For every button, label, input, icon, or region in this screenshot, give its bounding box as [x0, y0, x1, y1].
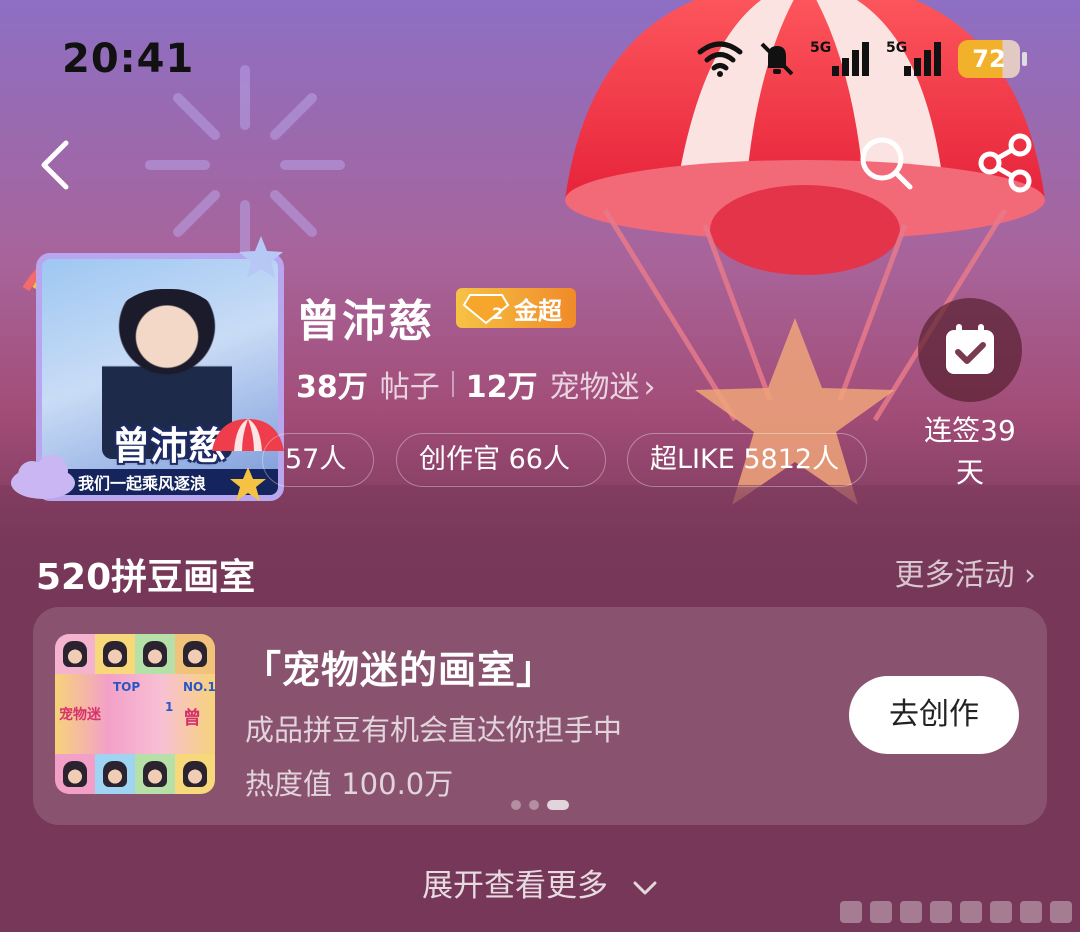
signin-button[interactable] [918, 298, 1022, 402]
calendar-check-icon [946, 324, 994, 374]
avatar[interactable]: 曾沛慈 我们一起乘风逐浪 [8, 225, 293, 510]
posts-count: 38万 [296, 370, 368, 405]
signal-icon: 5G [810, 40, 872, 78]
thumbnail-banner: TOP 1 NO.1 宠物迷 曾 [55, 674, 215, 754]
activity-description: 成品拼豆有机会直达你担手中 [245, 713, 623, 747]
profile-name: 曾沛慈 [296, 296, 434, 347]
fans-count: 12万 [465, 370, 538, 405]
section-title: 520拼豆画室 [36, 557, 256, 598]
star-icon [239, 236, 283, 278]
page-dot [511, 800, 521, 810]
level-text: 金超 [514, 296, 562, 325]
wifi-icon [697, 41, 743, 77]
activity-thumbnail: TOP 1 NO.1 宠物迷 曾 [55, 634, 215, 794]
search-icon[interactable] [856, 131, 916, 195]
chevron-down-icon [633, 881, 657, 894]
status-bar: 20:41 5G 5G 72 [0, 0, 1080, 115]
level-number: 2 [492, 304, 503, 323]
expand-label: 展开查看更多 [422, 868, 609, 904]
pill-creators[interactable]: 创作官 66人 [396, 433, 606, 487]
signin-streak-line1: 连签39 [924, 414, 1016, 447]
fans-label: 宠物迷 [549, 370, 640, 405]
cloud-icon [11, 455, 75, 499]
create-button[interactable]: 去创作 [849, 676, 1019, 754]
signin-streak-text: 连签39 天 [910, 410, 1030, 494]
signal-icon: 5G [886, 40, 944, 78]
nav-bar [0, 125, 1080, 205]
profile-stats[interactable]: 38万 帖子 12万 宠物迷 › [296, 362, 656, 406]
activity-title: 「宠物迷的画室」 [243, 648, 556, 692]
page-indicator [511, 800, 569, 810]
chevron-right-icon: › [643, 370, 656, 405]
status-time: 20:41 [62, 36, 195, 82]
stats-divider [451, 371, 454, 397]
watermark [840, 901, 1072, 923]
page-dot [529, 800, 539, 810]
diamond-level-icon: 2 [462, 294, 510, 325]
level-badge[interactable]: 2 金超 [456, 288, 576, 328]
back-arrow-icon[interactable] [32, 133, 80, 197]
page-dot-active [547, 800, 569, 810]
posts-label: 帖子 [379, 370, 440, 405]
status-icons: 5G 5G 72 [696, 38, 1027, 80]
activity-card[interactable]: TOP 1 NO.1 宠物迷 曾 「宠物迷的画室」 成品拼豆有机会直达你担手中 … [33, 607, 1047, 825]
activity-heat: 热度值 100.0万 [245, 767, 454, 801]
signin-streak-line2: 天 [955, 456, 984, 489]
more-activities-link[interactable]: 更多活动 › [894, 550, 1036, 594]
mute-bell-icon [760, 42, 794, 76]
battery-icon: 72 [958, 40, 1027, 78]
pill-members[interactable]: 57人 [262, 433, 374, 487]
pill-super-like[interactable]: 超LIKE 5812人 [627, 433, 867, 487]
share-icon[interactable] [974, 131, 1038, 195]
